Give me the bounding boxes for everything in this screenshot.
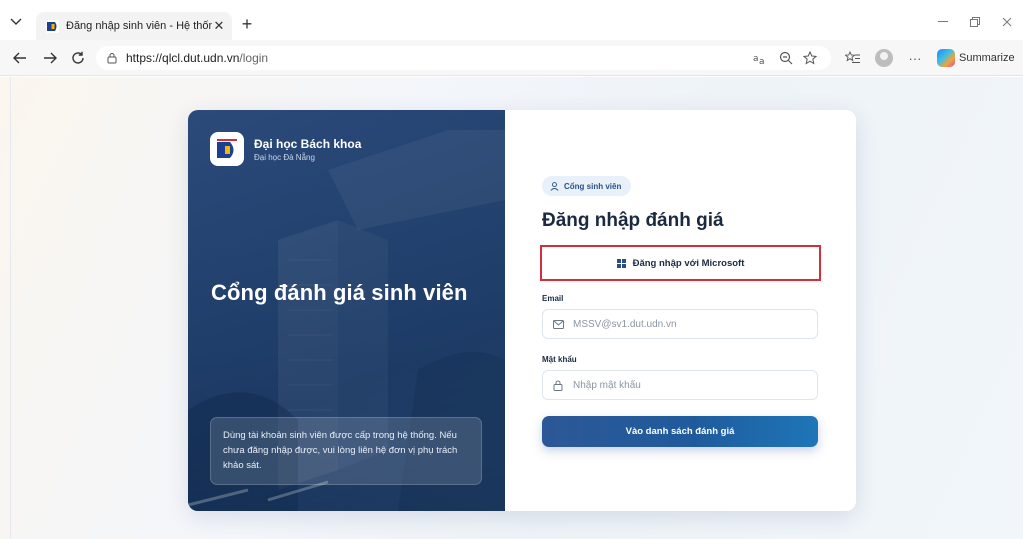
url-tools: aa (616, 50, 818, 68)
close-window-icon[interactable] (991, 12, 1023, 32)
email-input[interactable] (573, 318, 817, 330)
dut-logo-icon (46, 19, 59, 33)
url-text: https://qlcl.dut.udn.vn/login (126, 51, 268, 65)
toolbar-icons: ··· Summarize (843, 48, 1015, 68)
read-aloud-icon[interactable]: aa (753, 51, 769, 68)
microsoft-login-label: Đăng nhập với Microsoft (632, 257, 745, 269)
portal-badge: Cổng sinh viên (542, 176, 632, 196)
hero-note: Dùng tài khoản sinh viên được cấp trong … (210, 417, 482, 485)
university-logo-icon (210, 132, 244, 166)
svg-text:a: a (753, 54, 759, 64)
portal-badge-label: Cổng sinh viên (564, 181, 622, 191)
svg-text:a: a (759, 57, 765, 65)
email-field[interactable] (542, 309, 818, 339)
brand-subtitle: Đại học Đà Nẵng (254, 152, 315, 162)
user-icon (550, 181, 559, 191)
brand: Đại học Bách khoa Đại học Đà Nẵng (210, 132, 361, 166)
restore-icon[interactable] (959, 12, 991, 32)
avatar[interactable] (875, 49, 893, 67)
password-input[interactable] (573, 379, 817, 391)
favorites-list-icon[interactable] (843, 48, 863, 68)
login-form: Cổng sinh viên Đăng nhập đánh giá Đăng n… (505, 110, 856, 511)
microsoft-icon (616, 258, 626, 268)
address-bar: https://qlcl.dut.udn.vn/login aa ··· Sum… (0, 40, 1023, 76)
brand-name: Đại học Bách khoa (254, 136, 362, 151)
url-path: /login (239, 51, 269, 65)
login-card: Đại học Bách khoa Đại học Đà Nẵng Cổng đ… (188, 110, 856, 511)
url-host: https://qlcl.dut.udn.vn (126, 51, 240, 65)
summarize-button[interactable]: Summarize (937, 49, 1015, 67)
email-label: Email (542, 294, 564, 303)
window-controls (927, 12, 1023, 32)
forward-arrow-icon[interactable] (40, 48, 60, 68)
copilot-icon (937, 49, 955, 67)
zoom-icon[interactable] (779, 51, 793, 68)
page-viewport: Đại học Bách khoa Đại học Đà Nẵng Cổng đ… (0, 77, 1023, 539)
refresh-icon[interactable] (68, 48, 88, 68)
brand-text: Đại học Bách khoa Đại học Đà Nẵng (254, 137, 361, 162)
summarize-label: Summarize (959, 52, 1015, 64)
browser-tab-bar: Đăng nhập sinh viên - Hệ thống đ ✕ + (0, 0, 1023, 40)
lock-icon[interactable] (106, 51, 120, 65)
submit-button[interactable]: Vào danh sách đánh giá (542, 416, 818, 447)
form-title: Đăng nhập đánh giá (542, 210, 724, 231)
password-field[interactable] (542, 370, 818, 400)
browser-tab-active[interactable]: Đăng nhập sinh viên - Hệ thống đ ✕ (36, 12, 232, 40)
new-tab-button[interactable]: + (238, 15, 256, 33)
mail-icon (553, 318, 565, 330)
star-icon[interactable] (802, 50, 818, 68)
back-arrow-icon[interactable] (10, 48, 30, 68)
tab-close-icon[interactable]: ✕ (212, 18, 226, 33)
microsoft-login-button[interactable]: Đăng nhập với Microsoft (540, 245, 821, 281)
tab-title: Đăng nhập sinh viên - Hệ thống đ (66, 20, 212, 32)
lock-icon (553, 379, 565, 391)
url-input[interactable]: https://qlcl.dut.udn.vn/login aa (96, 46, 831, 70)
tab-list-chevron-down-icon[interactable] (6, 14, 26, 30)
minimize-icon[interactable] (927, 12, 959, 32)
hero-title: Cổng đánh giá sinh viên (211, 280, 468, 305)
password-label: Mật khẩu (542, 355, 577, 364)
hero-panel: Đại học Bách khoa Đại học Đà Nẵng Cổng đ… (188, 110, 505, 511)
more-menu-icon[interactable]: ··· (905, 48, 925, 68)
